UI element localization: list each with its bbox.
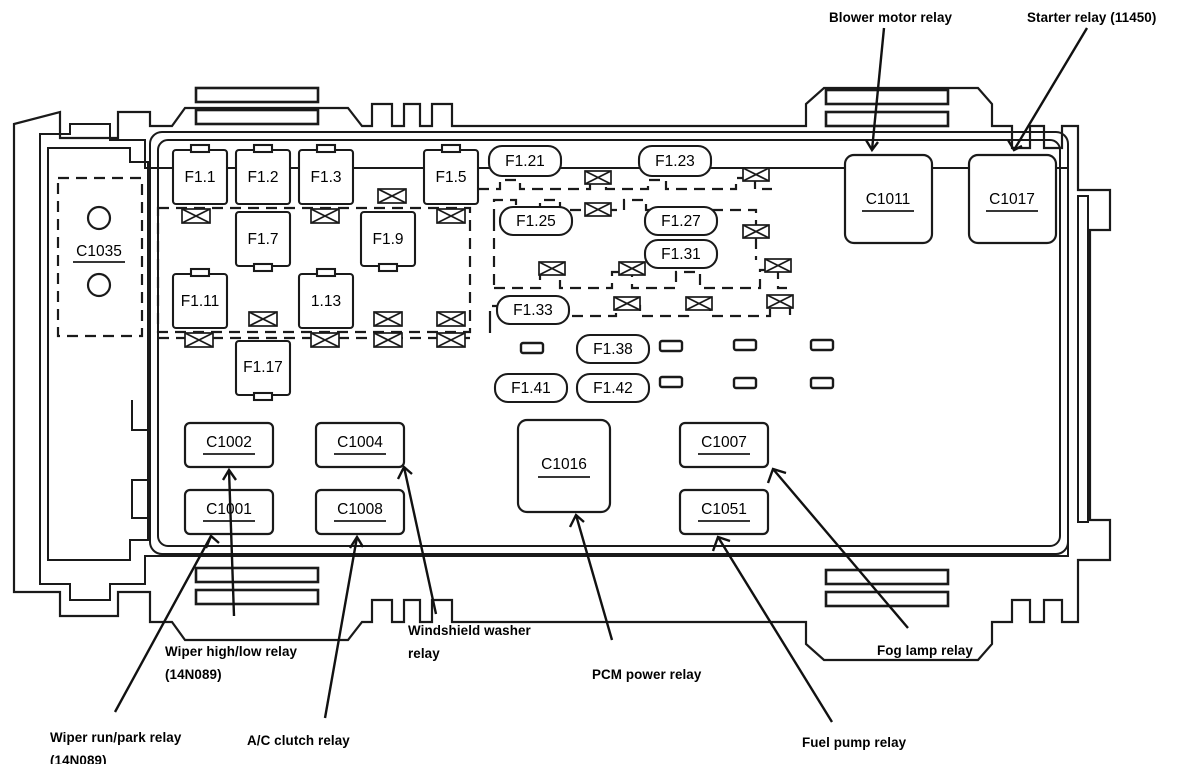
fuse-f1-33[interactable]: F1.33 — [495, 294, 571, 326]
empty-slot-5[interactable] — [732, 376, 758, 390]
empty-slot-6[interactable] — [809, 376, 835, 390]
connector-label-c1051: C1051 — [701, 501, 747, 518]
fuse-label-f1-2: F1.2 — [247, 169, 278, 186]
fuse-f1-42[interactable]: F1.42 — [575, 372, 651, 404]
connector-label-c1008: C1008 — [337, 501, 383, 518]
connector-label-c1017: C1017 — [989, 191, 1035, 208]
empty-slot-4[interactable] — [658, 375, 684, 389]
fuse-box-diagram: C1035 F1.1 F1.2 F1.3 F1.5 F1.7 F1.9 F1.1… — [0, 0, 1200, 764]
fuse-f1-3[interactable]: F1.3 — [297, 143, 355, 206]
relay-c1007[interactable]: C1007 — [678, 421, 770, 469]
connector-label-c1004: C1004 — [337, 434, 383, 451]
empty-slot-7[interactable] — [658, 339, 684, 353]
callout-pcm-power-relay: PCM power relay — [592, 667, 702, 682]
fuse-label-f1-3: F1.3 — [310, 169, 341, 186]
fuse-f1-1[interactable]: F1.1 — [171, 143, 229, 206]
fuse-label-f1-7: F1.7 — [247, 231, 278, 248]
relay-c1016[interactable]: C1016 — [516, 418, 612, 514]
callout-wiper-run-park-relay: Wiper run/park relay (14N089) — [50, 730, 182, 764]
callout-ac-clutch-relay: A/C clutch relay — [247, 733, 350, 748]
fuse-f1-5[interactable]: F1.5 — [422, 143, 480, 206]
fuse-label-f1-42: F1.42 — [593, 380, 633, 397]
fuse-f1-17[interactable]: F1.17 — [234, 339, 292, 402]
callout-windshield-washer-relay: Windshield washer relay — [408, 623, 531, 662]
fuse-label-f1-9: F1.9 — [372, 231, 403, 248]
relay-c1011[interactable]: C1011 — [843, 153, 934, 245]
fuse-label-f1-23: F1.23 — [655, 153, 695, 170]
fuse-f1-23[interactable]: F1.23 — [637, 144, 713, 178]
connector-label-c1035: C1035 — [76, 243, 122, 260]
fuse-label-f1-21: F1.21 — [505, 153, 545, 170]
fuse-label-f1-41: F1.41 — [511, 380, 551, 397]
fuse-label-f1-1: F1.1 — [184, 169, 215, 186]
connector-label-c1002: C1002 — [206, 434, 252, 451]
callout-blower-motor-relay: Blower motor relay — [829, 10, 953, 25]
fuse-f1-11[interactable]: F1.11 — [171, 267, 229, 330]
fuse-f1-13[interactable]: 1.13 — [297, 267, 355, 330]
fuse-f1-31[interactable]: F1.31 — [643, 238, 719, 270]
mounting-tab-top-left — [194, 86, 320, 126]
callout-starter-relay: Starter relay (11450) — [1027, 10, 1157, 25]
empty-slot-2[interactable] — [732, 338, 758, 352]
callout-fog-lamp-relay: Fog lamp relay — [877, 643, 973, 658]
empty-slot-3[interactable] — [809, 338, 835, 352]
c1035-pin-upper — [86, 205, 112, 231]
fuse-label-f1-5: F1.5 — [435, 169, 466, 186]
fuse-label-f1-25: F1.25 — [516, 213, 556, 230]
fuse-f1-41[interactable]: F1.41 — [493, 372, 569, 404]
empty-slot-1[interactable] — [519, 341, 545, 355]
relay-c1008[interactable]: C1008 — [314, 488, 406, 536]
fuse-f1-27[interactable]: F1.27 — [643, 205, 719, 237]
fuse-f1-38[interactable]: F1.38 — [575, 333, 651, 365]
fuse-label-f1-17: F1.17 — [243, 359, 283, 376]
fuse-f1-25[interactable]: F1.25 — [498, 205, 574, 237]
relay-c1051[interactable]: C1051 — [678, 488, 770, 536]
fuse-f1-21[interactable]: F1.21 — [487, 144, 563, 178]
fuse-label-f1-13: 1.13 — [311, 293, 341, 310]
c1035-pin-lower — [86, 272, 112, 298]
fuse-label-f1-11: F1.11 — [181, 293, 220, 310]
fuse-f1-7[interactable]: F1.7 — [234, 210, 292, 273]
fuse-label-f1-31: F1.31 — [661, 246, 701, 263]
relay-c1004[interactable]: C1004 — [314, 421, 406, 469]
fuse-label-f1-27: F1.27 — [661, 213, 701, 230]
connector-label-c1011: C1011 — [866, 191, 911, 208]
relay-c1017[interactable]: C1017 — [967, 153, 1058, 245]
fuse-label-f1-33: F1.33 — [513, 302, 553, 319]
callout-fuel-pump-relay: Fuel pump relay — [802, 735, 907, 750]
fuse-label-f1-38: F1.38 — [593, 341, 633, 358]
fuse-f1-9[interactable]: F1.9 — [359, 210, 417, 273]
fuse-f1-2[interactable]: F1.2 — [234, 143, 292, 206]
connector-label-c1007: C1007 — [701, 434, 747, 451]
connector-label-c1016: C1016 — [541, 456, 587, 473]
relay-c1002[interactable]: C1002 — [183, 421, 275, 469]
callout-wiper-high-low-relay: Wiper high/low relay (14N089) — [165, 644, 298, 683]
